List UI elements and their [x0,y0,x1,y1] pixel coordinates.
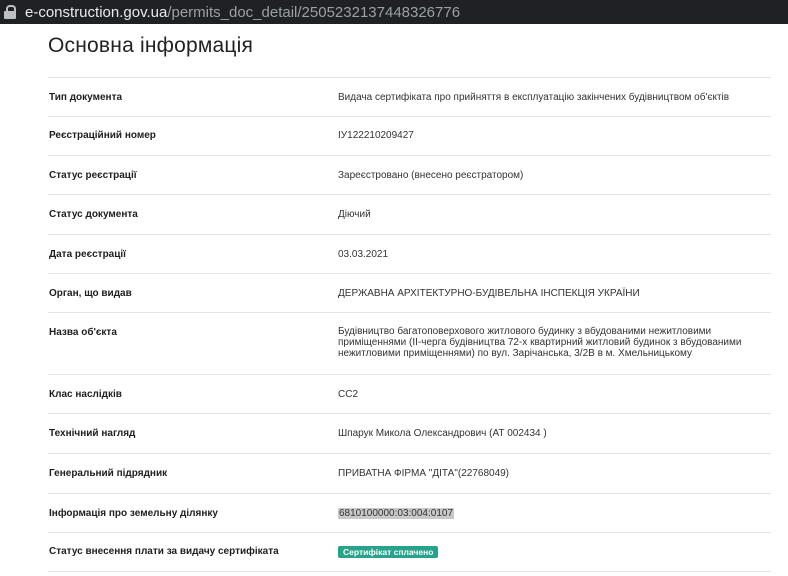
row-label: Клас наслідків [49,389,122,400]
row-label: Назва об'єкта [49,327,117,338]
row-value: ПРИВАТНА ФІРМА "ДІТА"(22768049) [338,468,510,479]
table-row-consequence-class: Клас наслідків СС2 [48,374,771,413]
row-value: ІУ122210209427 [338,130,414,141]
row-value: Будівництво багатоповерхового житлового … [338,326,742,359]
page-title: Основна інформація [48,34,254,57]
row-label: Реєстраційний номер [49,130,156,141]
table-row-land-plot-info: Інформація про земельну ділянку 68101000… [48,493,771,532]
table-row-document-type: Тип документа Видача сертифіката про при… [48,77,771,116]
table-row-document-status: Статус документа Діючий [48,194,771,234]
status-badge: Сертифікат сплачено [338,546,439,558]
row-value: Шпарук Микола Олександрович (АТ 002434 ) [338,428,547,439]
row-label: Дата реєстрації [49,249,126,260]
table-row-payment-status: Статус внесення плати за видачу сертифік… [48,532,771,572]
url-host: e-construction.gov.ua [25,3,168,21]
row-value: ДЕРЖАВНА АРХІТЕКТУРНО-БУДІВЕЛЬНА ІНСПЕКЦ… [338,288,640,299]
row-label: Статус внесення плати за видачу сертифік… [49,546,279,557]
row-label: Статус документа [49,209,138,220]
row-value: 03.03.2021 [338,249,389,260]
row-label: Інформація про земельну ділянку [49,508,218,519]
row-value: Зареєстровано (внесено реєстратором) [338,170,524,181]
table-row-registration-number: Реєстраційний номер ІУ122210209427 [48,116,771,155]
table-row-issuing-authority: Орган, що видав ДЕРЖАВНА АРХІТЕКТУРНО-БУ… [48,273,771,312]
url-path: /permits_doc_detail/2505232137448326776 [167,3,461,21]
row-value: СС2 [338,389,359,400]
table-row-registration-status: Статус реєстрації Зареєстровано (внесено… [48,155,771,194]
row-value: Видача сертифіката про прийняття в експл… [338,92,730,103]
table-row-technical-supervision: Технічний нагляд Шпарук Микола Олександр… [48,413,771,453]
lock-icon[interactable] [4,5,16,19]
document-detail-page: Основна інформація Тип документа Видача … [0,24,788,576]
table-row-registration-date: Дата реєстрації 03.03.2021 [48,234,771,273]
cadastral-number[interactable]: 6810100000:03:004:0107 [338,508,455,519]
row-label: Генеральний підрядник [49,468,168,479]
row-value: Діючий [338,209,371,220]
row-label: Статус реєстрації [49,170,137,181]
table-row-general-contractor: Генеральний підрядник ПРИВАТНА ФІРМА "ДІ… [48,453,771,493]
browser-address-bar[interactable]: e-construction.gov.ua/permits_doc_detail… [0,0,788,24]
info-table: Тип документа Видача сертифіката про при… [48,77,771,572]
url-text[interactable]: e-construction.gov.ua/permits_doc_detail… [25,4,460,21]
row-label: Технічний нагляд [49,428,136,439]
row-label: Орган, що видав [49,288,132,299]
table-row-object-name: Назва об'єкта Будівництво багатоповерхов… [48,312,771,374]
row-label: Тип документа [49,92,123,103]
